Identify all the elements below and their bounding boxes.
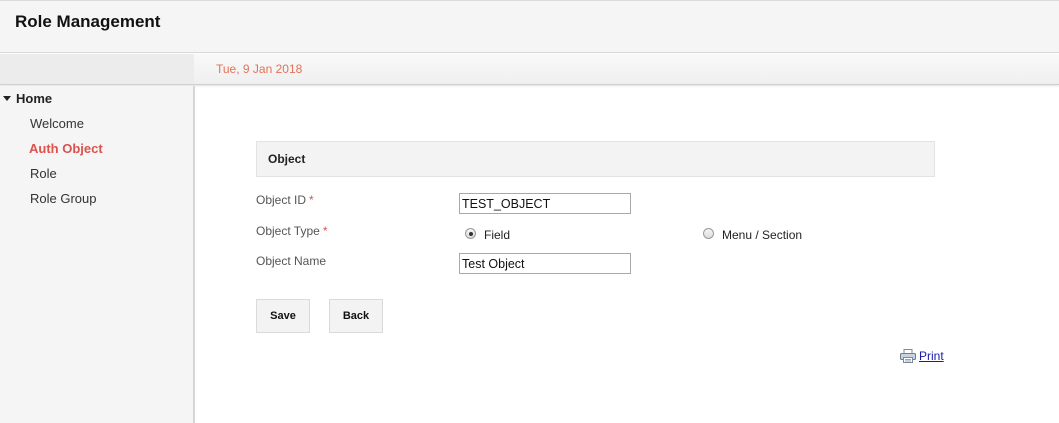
current-date: Tue, 9 Jan 2018 [216,62,303,76]
print-link[interactable]: Print [900,349,944,363]
object-type-label: Object Type * [256,224,328,238]
sidebar: Home Welcome Auth Object Role Role Group [0,86,195,423]
sidebar-item-role[interactable]: Role [30,166,57,181]
object-id-input[interactable] [459,193,631,214]
section-header: Object [256,141,935,177]
object-type-field-label[interactable]: Field [484,228,510,242]
back-button[interactable]: Back [329,299,383,333]
object-type-menu-section-radio[interactable] [703,228,714,239]
required-marker: * [322,224,328,238]
object-type-field-radio[interactable] [465,228,476,239]
object-type-menu-section-label[interactable]: Menu / Section [722,228,802,242]
main-content: Object Object ID* Object Type* Field Men… [195,86,1059,423]
required-marker: * [309,193,314,207]
sidebar-item-role-group[interactable]: Role Group [30,191,96,206]
date-bar: Tue, 9 Jan 2018 [0,54,1059,85]
page-title: Role Management [15,12,161,31]
sidebar-item-welcome[interactable]: Welcome [30,116,84,131]
sidebar-item-label: Home [16,91,53,106]
object-name-label: Object Name [256,254,327,268]
object-name-input[interactable] [459,253,631,274]
save-button[interactable]: Save [256,299,310,333]
app-header: Role Management [0,0,1059,53]
sidebar-item-home[interactable]: Home [3,91,52,106]
print-label: Print [919,349,944,363]
object-id-label: Object ID * [256,193,314,207]
caret-down-icon [3,96,11,101]
print-icon [900,349,916,363]
sidebar-item-auth-object[interactable]: Auth Object [29,141,103,156]
section-title: Object [268,152,306,166]
